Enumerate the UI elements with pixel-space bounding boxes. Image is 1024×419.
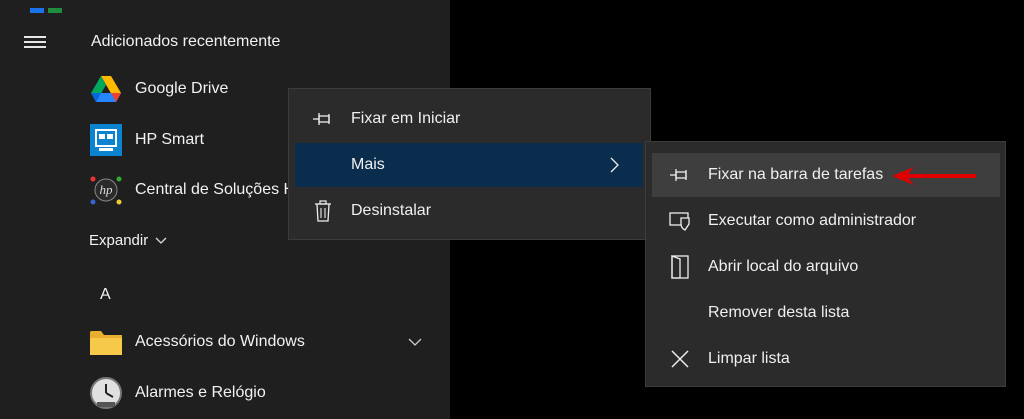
app-alarms-clock[interactable]: Alarmes e Relógio [82,370,450,416]
app-context-menu: Fixar em Iniciar Mais Desinstalar [288,88,651,240]
app-label: Central de Soluções HP [135,181,306,198]
hp-logo-icon: hp [88,172,124,208]
menu-item-label: Executar como administrador [708,212,917,229]
rail-top-icons [30,0,78,13]
app-label: HP Smart [135,131,205,148]
menu-item-label: Fixar na barra de tarefas [708,166,884,183]
menu-item-remove-from-list[interactable]: Remover desta lista [646,291,1005,335]
hamburger-menu-icon[interactable] [24,36,46,50]
folder-icon [88,324,124,360]
menu-item-label: Abrir local do arquivo [708,258,859,275]
menu-item-open-file-location[interactable]: Abrir local do arquivo [646,245,1005,289]
chevron-down-icon [155,237,167,244]
app-label: Acessórios do Windows [135,333,305,350]
svg-text:hp: hp [100,182,114,197]
menu-item-run-as-admin[interactable]: Executar como administrador [646,199,1005,243]
open-file-location-icon [668,255,692,279]
google-drive-icon [88,71,124,107]
hp-smart-icon [88,122,124,158]
menu-item-label: Mais [351,156,385,173]
trash-icon [311,199,335,223]
alphabet-heading-a[interactable]: A [100,286,111,304]
annotation-arrow-icon [892,167,976,185]
chevron-down-icon [408,338,422,346]
expand-label: Expandir [89,232,149,249]
start-rail [0,0,72,419]
menu-item-label: Limpar lista [708,350,790,367]
app-label: Google Drive [135,80,229,97]
recently-added-heading: Adicionados recentemente [91,33,281,50]
menu-item-pin-to-start[interactable]: Fixar em Iniciar [289,97,650,141]
expand-button[interactable]: Expandir [89,232,167,249]
pin-icon [668,163,692,187]
clock-icon [88,375,124,411]
menu-item-more[interactable]: Mais [295,143,643,187]
menu-item-uninstall[interactable]: Desinstalar [289,189,650,233]
menu-item-clear-list[interactable]: Limpar lista [646,337,1005,381]
menu-item-label: Remover desta lista [708,304,850,321]
menu-item-label: Desinstalar [351,202,432,219]
pin-icon [311,107,335,131]
app-windows-accessories[interactable]: Acessórios do Windows [82,319,450,365]
chevron-right-icon [610,157,619,173]
close-icon [668,347,692,371]
shield-icon [668,209,692,233]
app-label: Alarmes e Relógio [135,384,266,401]
menu-item-label: Fixar em Iniciar [351,110,461,127]
